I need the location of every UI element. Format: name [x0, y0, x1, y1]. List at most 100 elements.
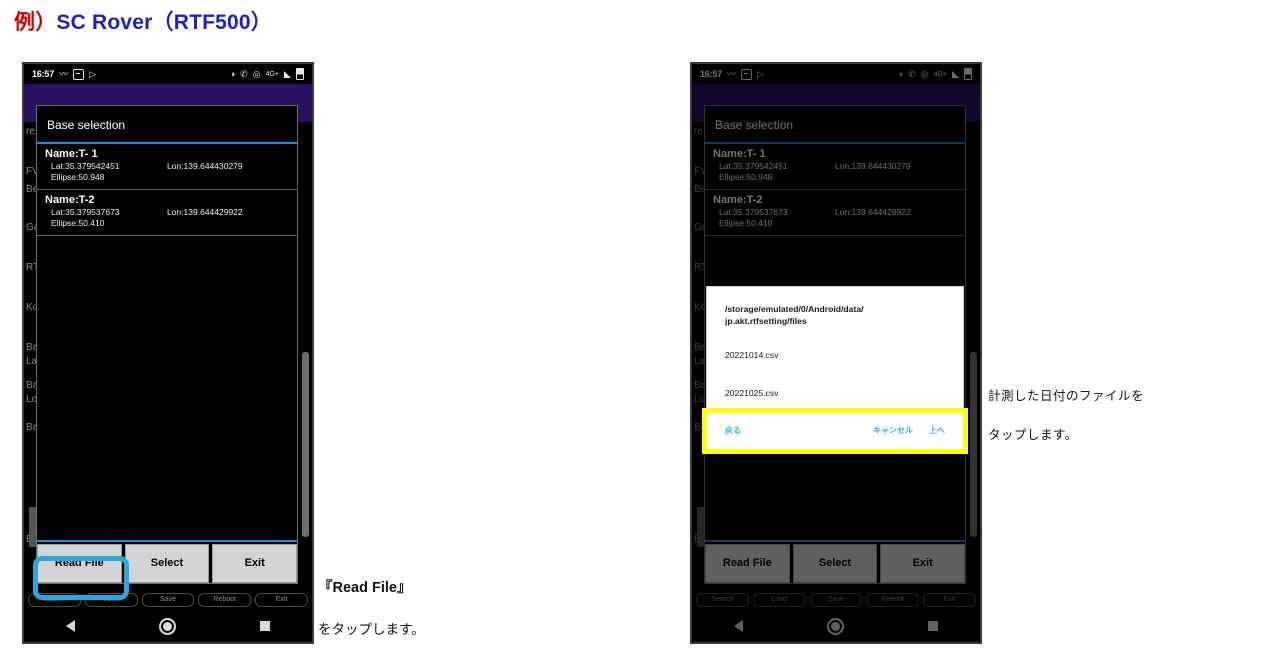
- base-name: Name:T-2: [45, 193, 95, 206]
- file-picker-path-line1: /storage/emulated/0/Android/data/: [725, 304, 864, 314]
- wave-icon: 〰: [59, 68, 69, 79]
- select-button[interactable]: Select: [792, 544, 878, 583]
- phone-screenshot-right: 16:57 〰 ▷ ◑ ✆ ◎ 4G+ re FV Be Ga RT Ko Ba…: [690, 62, 982, 644]
- base-lon: Lon:139.644429922: [167, 206, 243, 217]
- vibrate-icon: ✆: [908, 68, 916, 79]
- base-coords: Lat:35.379542451 Lon:139.644430279: [45, 161, 289, 172]
- caption-right-line2: タップします。: [988, 428, 1078, 443]
- network-type-label: 4G+: [265, 70, 279, 78]
- signal-icon: [284, 70, 291, 78]
- status-bar-left: 16:57 〰 ▷: [32, 68, 96, 80]
- file-picker-path: /storage/emulated/0/Android/data/ jp.akt…: [707, 287, 963, 340]
- base-lat: Lat:35.379542451: [719, 161, 788, 171]
- vibrate-icon: ✆: [240, 68, 248, 79]
- alarm-icon: ◎: [920, 68, 929, 79]
- base-ellipse: Ellipse:50.948: [51, 172, 105, 183]
- base-coords: Lat:35.379537673 Lon:139.644429922: [45, 207, 289, 218]
- reboot-button[interactable]: Reboot: [866, 593, 920, 607]
- load-button[interactable]: Load: [752, 593, 806, 607]
- base-name: Name:T- 1: [713, 148, 766, 160]
- status-bar: 16:57 〰 ▷ ◑ ✆ ◎ 4G+: [692, 64, 980, 84]
- back-icon[interactable]: [66, 620, 75, 632]
- recents-icon[interactable]: [260, 621, 270, 631]
- base-name: Name:T-2: [713, 193, 763, 206]
- dialog-buttons: Read File Select Exit: [705, 540, 966, 583]
- recents-icon[interactable]: [928, 621, 938, 631]
- bg-label: re: [26, 126, 35, 137]
- page-title-prefix: 例）: [14, 11, 57, 34]
- read-file-button[interactable]: Read File: [37, 544, 122, 583]
- cancel-button[interactable]: キャンセル: [873, 425, 913, 436]
- alarm-icon: ◎: [252, 68, 261, 79]
- base-lon: Lon:139.644429922: [835, 206, 911, 217]
- reboot-button[interactable]: Reboot: [198, 593, 252, 607]
- app-sub-buttons: Search Load Save Reboot Exit: [28, 593, 308, 607]
- status-bar-clock: 16:57: [700, 69, 723, 79]
- status-bar: 16:57 〰 ▷ ◑ ✆ ◎ 4G+: [24, 64, 312, 84]
- app-exit-button[interactable]: Exit: [923, 593, 976, 607]
- dialog-title: Base selection: [705, 106, 965, 144]
- base-coords: Lat:35.379537673 Lon:139.644429922: [713, 207, 957, 218]
- up-button[interactable]: 上へ: [929, 425, 945, 436]
- status-bar-clock: 16:57: [32, 69, 55, 79]
- save-button[interactable]: Save: [809, 593, 863, 607]
- file-picker-dialog: /storage/emulated/0/Android/data/ jp.akt…: [706, 286, 964, 451]
- home-icon[interactable]: [159, 617, 176, 635]
- base-coords: Lat:35.379542451 Lon:139.644430279: [713, 161, 957, 172]
- phone-screen-right: 16:57 〰 ▷ ◑ ✆ ◎ 4G+ re FV Be Ga RT Ko Ba…: [692, 64, 980, 642]
- base-lon: Lon:139.644430279: [167, 161, 243, 171]
- play-store-icon: ▷: [757, 68, 764, 79]
- read-file-button[interactable]: Read File: [705, 544, 790, 583]
- back-icon[interactable]: [734, 620, 743, 632]
- list-item[interactable]: Name:T-2 Lat:35.379537673 Lon:139.644429…: [37, 190, 297, 236]
- base-name: Name:T- 1: [45, 148, 98, 160]
- home-icon[interactable]: [827, 617, 844, 635]
- android-nav-bar: [692, 610, 980, 642]
- battery-icon: [964, 68, 972, 80]
- list-item[interactable]: Name:T- 1 Lat:35.379542451 Lon:139.64443…: [705, 144, 965, 190]
- file-list-item-selected[interactable]: 20221025.csv: [707, 372, 963, 416]
- search-button[interactable]: Search: [28, 593, 81, 607]
- dnd-icon: ◑: [229, 68, 236, 79]
- network-type-label: 4G+: [933, 70, 947, 78]
- exit-button[interactable]: Exit: [212, 544, 298, 583]
- bg-label: re: [694, 126, 703, 137]
- file-picker-actions: 戻る キャンセル 上へ: [707, 416, 963, 450]
- base-ellipse: Ellipse:50.948: [719, 172, 773, 183]
- caption-left: 『Read File』 をタップします。: [318, 556, 425, 641]
- base-lat: Lat:35.379537673: [51, 206, 120, 217]
- screenshot-icon: [741, 68, 753, 80]
- app-exit-button[interactable]: Exit: [255, 593, 308, 607]
- base-list[interactable]: Name:T- 1 Lat:35.379542451 Lon:139.64443…: [37, 144, 297, 540]
- base-lat: Lat:35.379537673: [719, 206, 788, 217]
- android-nav-bar: [24, 610, 312, 642]
- signal-icon: [952, 70, 959, 78]
- page-title-main: SC Rover（RTF500）: [56, 11, 272, 34]
- dialog-buttons: Read File Select Exit: [37, 540, 298, 583]
- base-selection-dialog: Base selection Name:T- 1 Lat:35.37954245…: [36, 105, 298, 584]
- background-scrollbar[interactable]: [970, 352, 977, 537]
- phone-screen-left: 16:57 〰 ▷ ◑ ✆ ◎ 4G+ re FV Be Ga RT Ko Ba…: [24, 64, 312, 642]
- file-list-item[interactable]: 20221014.csv: [707, 340, 963, 372]
- dnd-icon: ◑: [897, 68, 904, 79]
- play-store-icon: ▷: [89, 68, 96, 79]
- background-scrollbar[interactable]: [302, 352, 309, 537]
- screenshot-icon: [73, 68, 85, 80]
- base-ellipse: Ellipse:50.410: [719, 218, 773, 229]
- dialog-title: Base selection: [37, 106, 297, 144]
- save-button[interactable]: Save: [141, 593, 195, 607]
- select-button[interactable]: Select: [124, 544, 210, 583]
- base-lat: Lat:35.379542451: [51, 161, 120, 171]
- page-title: 例）SC Rover（RTF500）: [14, 6, 272, 36]
- list-item[interactable]: Name:T- 1 Lat:35.379542451 Lon:139.64443…: [37, 144, 297, 190]
- search-button[interactable]: Search: [696, 593, 749, 607]
- status-bar-right: ◑ ✆ ◎ 4G+: [230, 68, 304, 80]
- app-sub-buttons: Search Load Save Reboot Exit: [696, 593, 976, 607]
- caption-right-line1: 計測した日付のファイルを: [988, 389, 1145, 404]
- load-button[interactable]: Load: [84, 593, 138, 607]
- list-item[interactable]: Name:T-2 Lat:35.379537673 Lon:139.644429…: [705, 190, 965, 236]
- caption-right: 計測した日付のファイルを タップします。: [988, 368, 1144, 446]
- exit-button[interactable]: Exit: [880, 544, 966, 583]
- back-button[interactable]: 戻る: [725, 425, 741, 436]
- base-ellipse: Ellipse:50.410: [51, 218, 105, 229]
